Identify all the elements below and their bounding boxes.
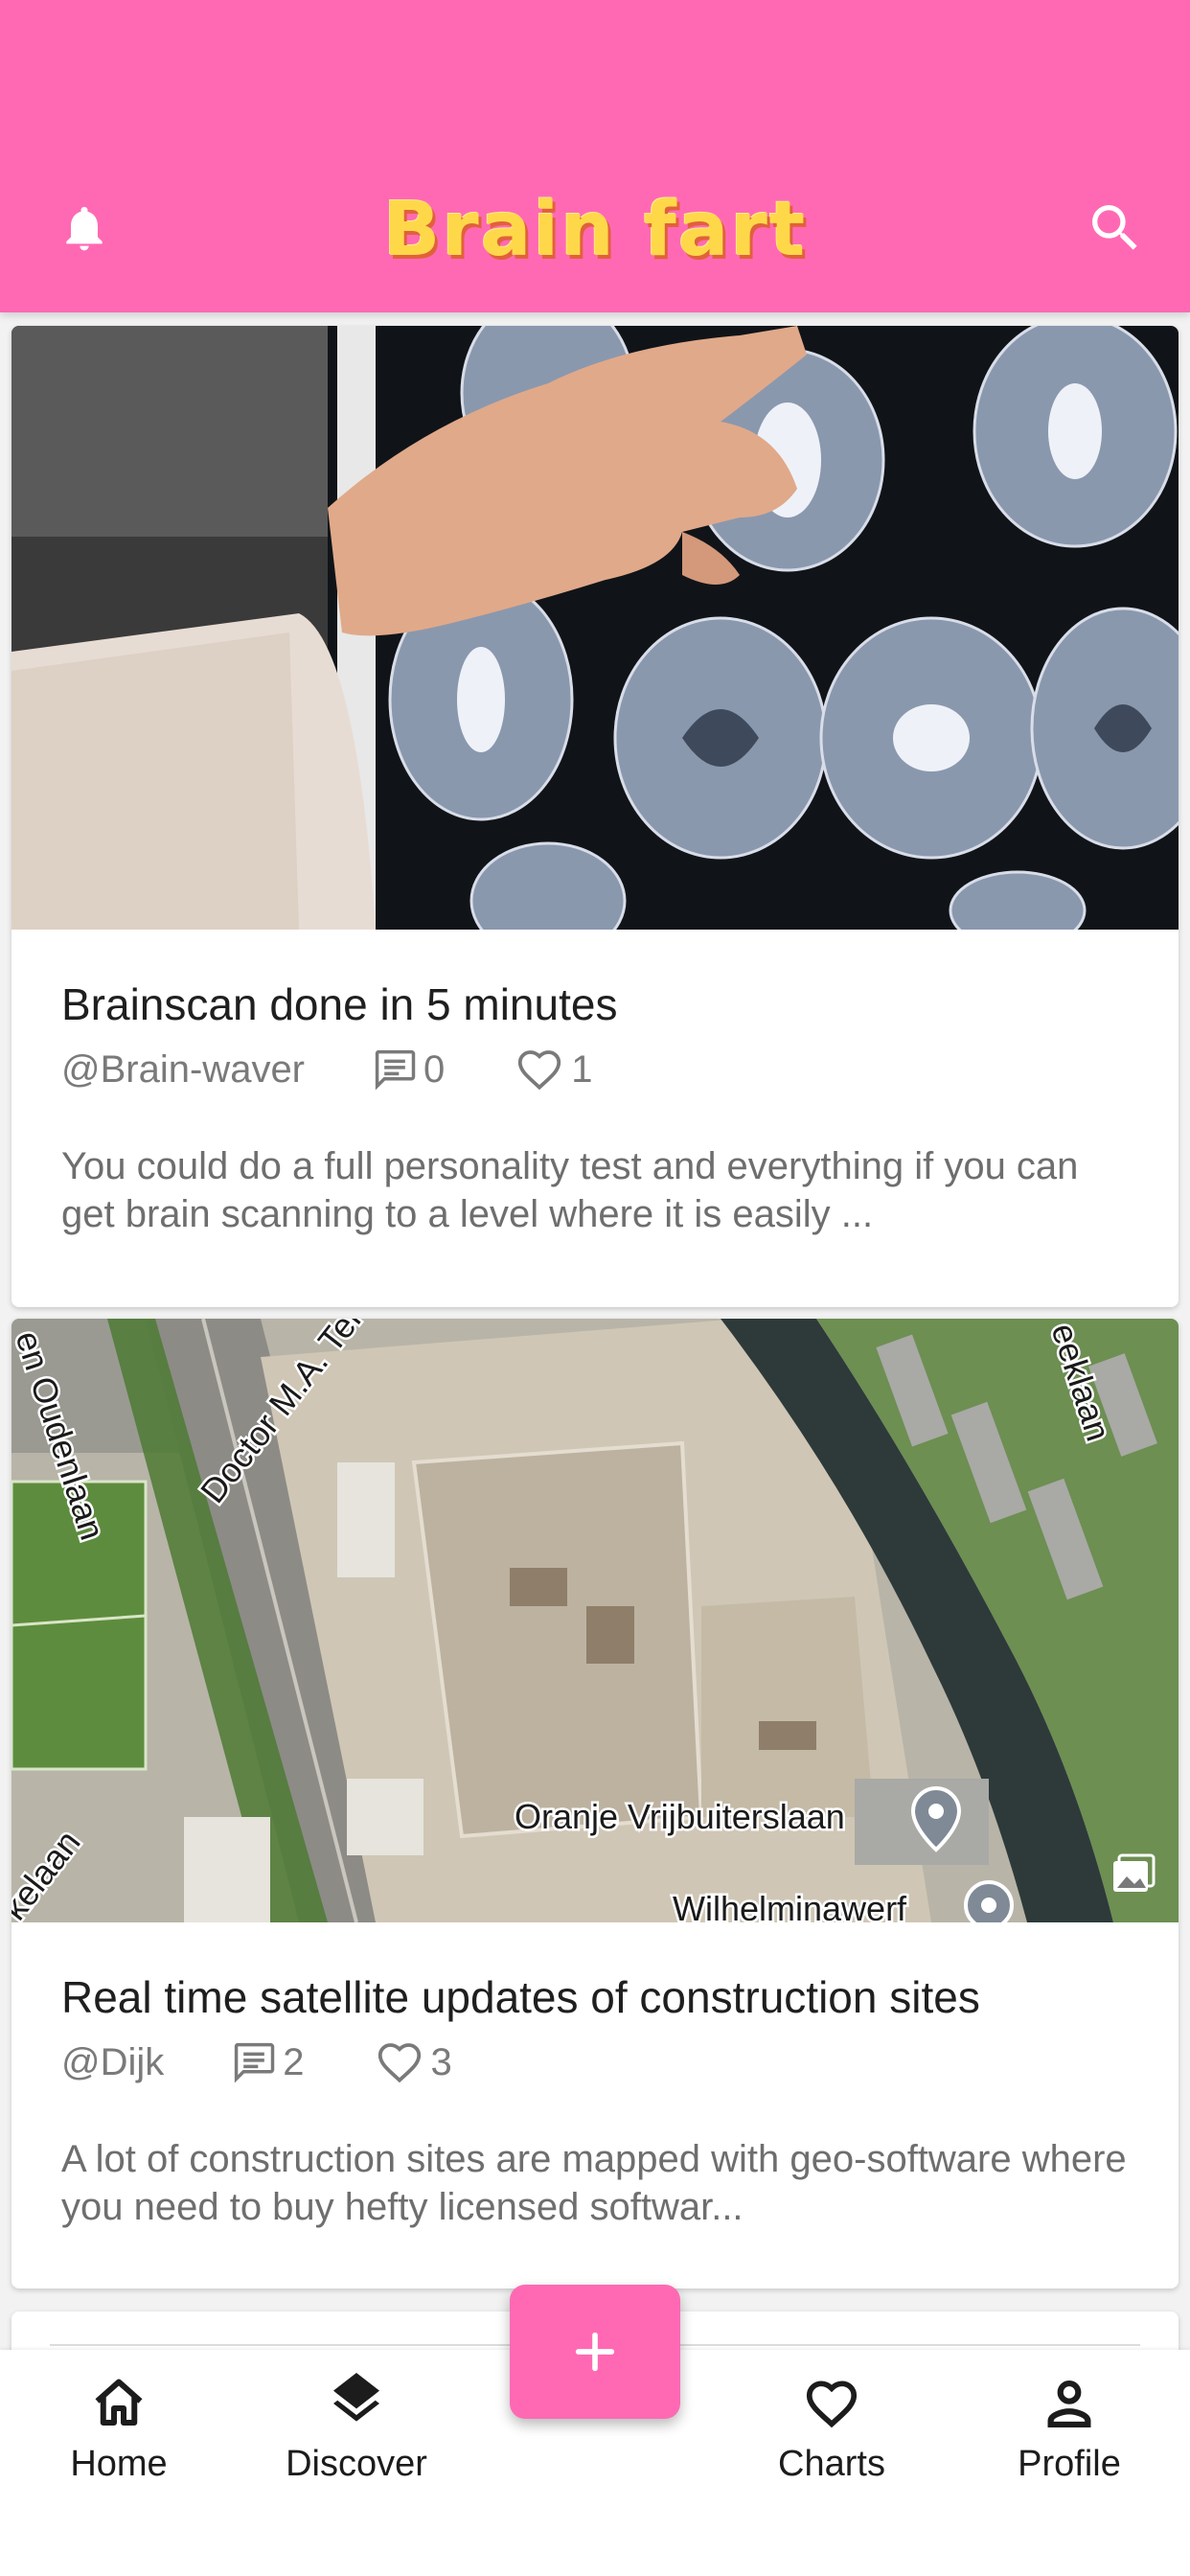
nav-label: Charts xyxy=(778,2444,885,2484)
post-image xyxy=(11,326,1179,930)
post-meta: @Dijk 2 3 xyxy=(61,2036,1129,2089)
like-count[interactable]: 3 xyxy=(372,2036,452,2088)
layers-icon xyxy=(333,2373,379,2422)
heart-outline-icon xyxy=(518,1050,561,1091)
nav-label: Home xyxy=(70,2444,168,2484)
map-pin-icon xyxy=(964,1880,1014,1922)
comment-icon xyxy=(375,1049,416,1091)
nav-label: Discover xyxy=(286,2444,427,2484)
bell-icon xyxy=(66,206,103,251)
nav-profile[interactable]: Profile xyxy=(973,2369,1165,2513)
app-logo: Brain fart xyxy=(382,187,808,273)
comment-count-value: 2 xyxy=(283,2040,305,2083)
nav-label: Profile xyxy=(1018,2444,1121,2484)
nav-discover[interactable]: Discover xyxy=(261,2369,452,2513)
post-title[interactable]: Brainscan done in 5 minutes xyxy=(61,978,1129,1031)
map-street-label: Oranje Vrijbuiterslaan xyxy=(515,1797,845,1836)
post-meta: @Brain-waver 0 1 xyxy=(61,1043,1129,1096)
person-icon xyxy=(1047,2380,1091,2428)
comment-count[interactable]: 0 xyxy=(370,1045,445,1094)
search-button[interactable] xyxy=(1083,196,1148,261)
map-street-label: Wilhelminawerf xyxy=(673,1889,907,1922)
nav-charts[interactable]: Charts xyxy=(736,2369,927,2513)
comment-count-value: 0 xyxy=(423,1047,446,1091)
post-card[interactable]: Oranje Vrijbuiterslaan Wilhelminawerf Do… xyxy=(11,1319,1179,2288)
nav-home[interactable]: Home xyxy=(23,2369,215,2513)
post-card[interactable]: Brainscan done in 5 minutes @Brain-waver… xyxy=(11,326,1179,1307)
heart-icon xyxy=(806,2380,858,2428)
post-author[interactable]: @Brain-waver xyxy=(61,1048,305,1092)
post-excerpt: A lot of construction sites are mapped w… xyxy=(61,2138,1127,2228)
comment-count[interactable]: 2 xyxy=(229,2037,305,2087)
like-count-value: 3 xyxy=(430,2040,452,2083)
notifications-button[interactable] xyxy=(54,196,115,261)
comment-icon xyxy=(235,2042,275,2083)
search-icon xyxy=(1092,205,1137,250)
app-bar: Brain fart xyxy=(0,0,1190,312)
satellite-map-photo: Oranje Vrijbuiterslaan Wilhelminawerf Do… xyxy=(11,1319,1179,1922)
like-count[interactable]: 1 xyxy=(512,1044,593,1095)
brain-scan-photo xyxy=(11,326,1179,930)
post-author[interactable]: @Dijk xyxy=(61,2041,164,2084)
heart-outline-icon xyxy=(378,2043,421,2083)
post-image: Oranje Vrijbuiterslaan Wilhelminawerf Do… xyxy=(11,1319,1179,1922)
post-excerpt: You could do a full personality test and… xyxy=(61,1145,1079,1235)
create-post-button[interactable] xyxy=(510,2285,680,2419)
post-title[interactable]: Real time satellite updates of construct… xyxy=(61,1970,1129,2024)
like-count-value: 1 xyxy=(571,1047,593,1091)
home-icon xyxy=(95,2379,143,2426)
plus-icon xyxy=(575,2332,615,2372)
app-screen: Brain fart Brainscan done in 5 minutes @… xyxy=(0,0,1190,2576)
